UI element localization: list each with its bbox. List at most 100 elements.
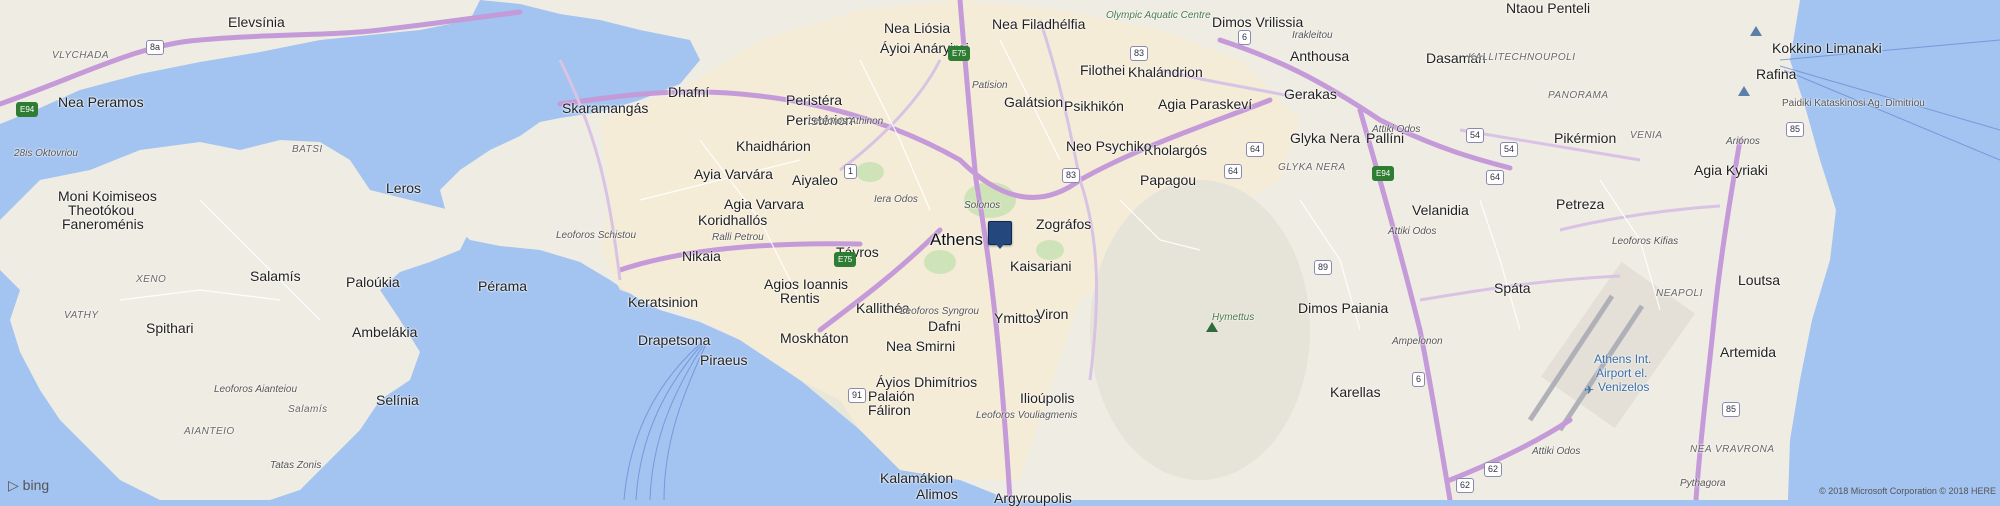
- map-label: Rafina: [1756, 66, 1797, 82]
- map-label: Dafni: [928, 318, 961, 334]
- map-label: Koridhallós: [698, 212, 768, 228]
- map-label: Fáliron: [868, 402, 911, 418]
- map-label: Rentis: [780, 290, 820, 306]
- map-label: Nea Smirni: [886, 338, 956, 354]
- map-label: Athens: [930, 230, 983, 249]
- map-label: Paloúkia: [346, 274, 400, 290]
- route-shield: 83: [1130, 46, 1149, 61]
- map-label: Argyroupolis: [994, 490, 1072, 506]
- map-label: PANORAMA: [1548, 90, 1609, 101]
- map-label: Skaramangás: [562, 100, 649, 116]
- map-label: Peristéra: [786, 92, 843, 108]
- map-label: Ntaou Penteli: [1506, 0, 1591, 16]
- bing-logo-text: bing: [22, 477, 50, 493]
- route-shield: 62: [1484, 462, 1503, 477]
- airport-icon: ✈: [1584, 383, 1594, 397]
- map-label: Kalamákion: [880, 470, 954, 486]
- map-label: Ymittos: [994, 310, 1041, 326]
- map-label: Ralli Petrou: [712, 232, 764, 243]
- route-shield: 64: [1246, 142, 1265, 157]
- map-label: Leoforos Athinon: [808, 116, 884, 127]
- route-shield: 83: [1062, 168, 1081, 183]
- map-label: KALLITECHNOUPOLI: [1468, 52, 1576, 63]
- map-label: Tatas Zonis: [270, 460, 322, 471]
- map-label: Nea Peramos: [58, 94, 144, 110]
- route-shield: E75: [834, 252, 857, 267]
- route-shield: E75: [948, 46, 971, 61]
- map-label: Zográfos: [1036, 216, 1092, 232]
- location-pin[interactable]: [988, 221, 1012, 249]
- route-shield: 62: [1456, 478, 1475, 493]
- route-shield: 64: [1486, 170, 1505, 185]
- map-label: XENO: [136, 274, 167, 285]
- map-label: Pérama: [478, 278, 528, 294]
- map-label: 28is Oktovriou: [14, 148, 78, 159]
- map-label: Paidiki Kataskinosi Ag. Dimitriou: [1782, 98, 1925, 109]
- route-shield: E94: [16, 102, 39, 117]
- map-label: Piraeus: [700, 352, 748, 368]
- map-label: Karellas: [1330, 384, 1381, 400]
- map-label: Nea Liósia: [884, 20, 951, 36]
- map-label: Spáta: [1494, 280, 1531, 296]
- map-label: Irakleitou: [1292, 30, 1333, 41]
- map-label: Psikhikón: [1064, 98, 1124, 114]
- map-label: BATSI: [292, 144, 323, 155]
- map-label: Faneroménis: [62, 216, 144, 232]
- map-label: Pikérmion: [1554, 130, 1617, 146]
- map-label: Salamís: [250, 268, 301, 284]
- route-shield: 54: [1466, 128, 1485, 143]
- route-shield: 89: [1314, 260, 1333, 275]
- map-label: AIANTEIO: [184, 426, 235, 437]
- map-label: Loutsa: [1738, 272, 1781, 288]
- route-shield: 85: [1786, 122, 1805, 137]
- map-label: Filothei: [1080, 62, 1126, 78]
- map-label: Kokkino Limanaki: [1772, 40, 1882, 56]
- map-label: Leoforos Aianteiou: [214, 384, 298, 395]
- map-label: Pythagora: [1680, 478, 1726, 489]
- map-label: Anthousa: [1290, 48, 1350, 64]
- route-shield: 64: [1224, 164, 1243, 179]
- map-label: Iera Odos: [874, 194, 918, 205]
- map-label: VENIA: [1630, 130, 1663, 141]
- map-label: Dimos Paiania: [1298, 300, 1389, 316]
- map-label: Kaisariani: [1010, 258, 1072, 274]
- map-label: Neo Psychiko: [1066, 138, 1152, 154]
- map-canvas[interactable]: ✈: [0, 0, 2000, 500]
- map-label: Ambelákia: [352, 324, 418, 340]
- map-label: Leoforos Schistou: [556, 230, 637, 241]
- map-label: Ampelonon: [1392, 336, 1443, 347]
- map-label: Dhafní: [668, 84, 710, 100]
- route-shield: 8a: [146, 40, 165, 55]
- map-label: Moskháton: [780, 330, 849, 346]
- map-label: Khaidhárion: [736, 138, 811, 154]
- map-label: Airport el.: [1596, 366, 1648, 380]
- route-shield: 6: [1238, 30, 1252, 45]
- route-shield: 1: [844, 164, 858, 179]
- map-label: Selínia: [376, 392, 419, 408]
- map-label: Attiki Odos: [1388, 226, 1437, 237]
- map-label: Gerakas: [1284, 86, 1337, 102]
- copyright-text: © 2018 Microsoft Corporation © 2018 HERE: [1819, 486, 1996, 496]
- map-label: Drapetsona: [638, 332, 711, 348]
- map-label: Leoforos Kifias: [1612, 236, 1679, 247]
- map-label: NEA VRAVRONA: [1690, 444, 1775, 455]
- map-label: Leoforos Syngrou: [900, 306, 979, 317]
- map-label: Athens Int.: [1594, 352, 1652, 366]
- map-label: Solonos: [964, 200, 1001, 211]
- map-label: GLYKA NERA: [1278, 162, 1346, 173]
- map-label: Ariónos: [1726, 136, 1760, 147]
- map-label: Leros: [386, 180, 422, 196]
- map-label: Papagou: [1140, 172, 1197, 188]
- map-label: Salamís: [288, 404, 328, 415]
- map-label: Spithari: [146, 320, 194, 336]
- map-label: Dimos Vrilissia: [1212, 14, 1304, 30]
- map-label: Nikaia: [682, 248, 721, 264]
- map-label: Agia Paraskeví: [1158, 96, 1253, 112]
- map-label: Artemida: [1720, 344, 1777, 360]
- bing-logo: ▷ bing: [8, 477, 49, 494]
- map-label: Venizelos: [1598, 380, 1650, 394]
- route-shield: E94: [1372, 166, 1395, 181]
- map-label: VATHY: [64, 310, 99, 321]
- map-label: Viron: [1036, 306, 1069, 322]
- map-label: Aiyaleo: [792, 172, 838, 188]
